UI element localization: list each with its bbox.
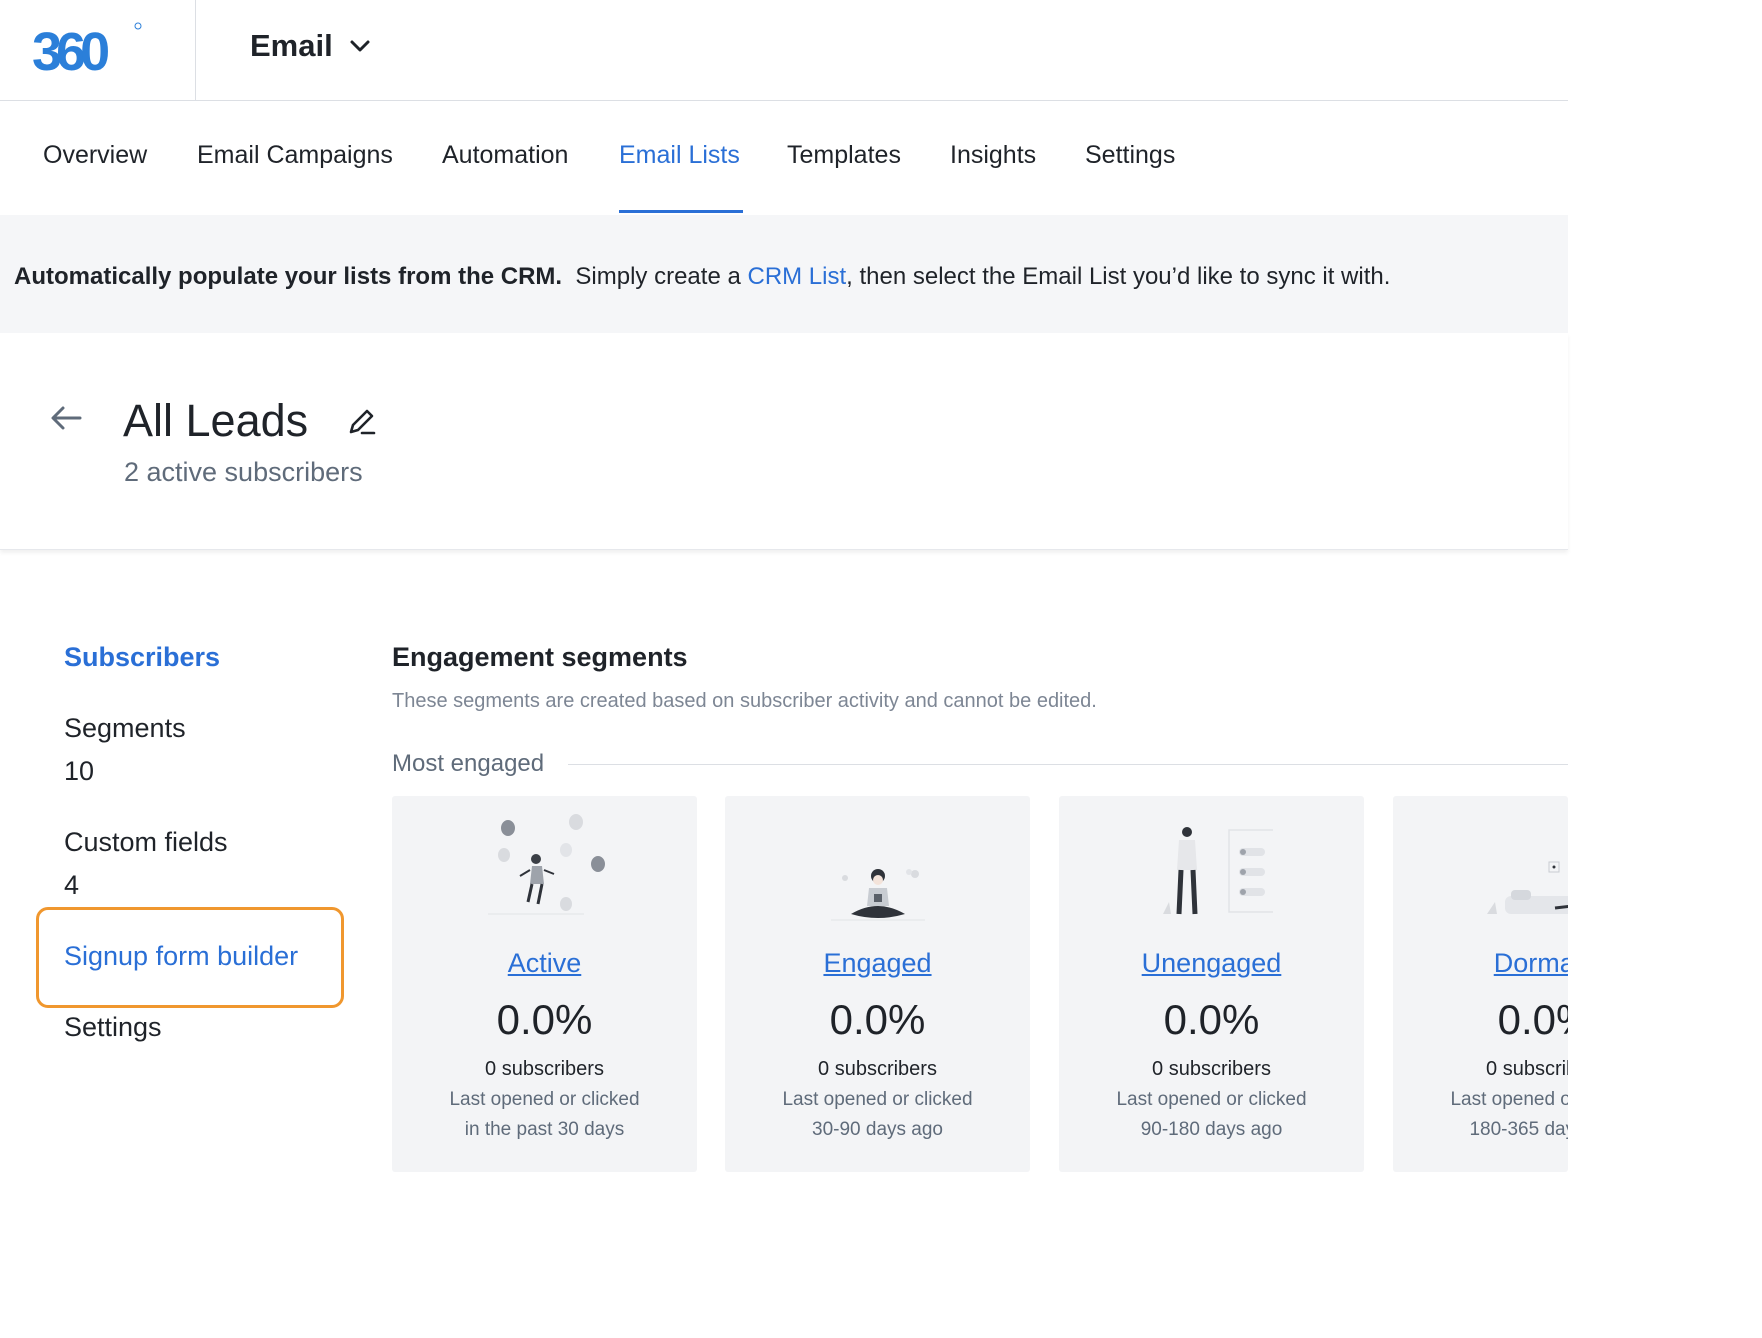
arrow-left-icon <box>51 406 82 430</box>
sidebar-item-settings[interactable]: Settings <box>64 1012 162 1043</box>
segment-description: Last opened or clicked <box>1116 1089 1307 1110</box>
tab-automation[interactable]: Automation <box>442 141 568 170</box>
main-nav: Overview Email Campaigns Automation Emai… <box>0 101 1568 215</box>
section-title: Engagement segments <box>392 642 688 672</box>
segment-name-active[interactable]: Active <box>392 948 697 979</box>
banner-text-after-link: , then select the Email List you’d like … <box>846 263 1391 290</box>
segment-subscribers: 0 subscribers <box>818 1058 937 1080</box>
segment-card-unengaged[interactable]: Unengaged 0.0% 0 subscribers Last opened… <box>1059 796 1364 1172</box>
tab-email-campaigns[interactable]: Email Campaigns <box>197 141 393 170</box>
list-sidebar: Subscribers Segments 10 Custom fields 4 … <box>0 550 380 1190</box>
tab-settings[interactable]: Settings <box>1085 141 1175 170</box>
segment-timeframe: 90-180 days ago <box>1140 1119 1283 1140</box>
tab-insights[interactable]: Insights <box>950 141 1036 170</box>
segment-percentage: 0.0% <box>1163 996 1260 1043</box>
group-label: Most engaged <box>392 750 545 777</box>
segment-description: Last opened or clicked <box>782 1089 973 1110</box>
segment-card-dormant[interactable]: Dormant 0.0% 0 subscribers Last opened o… <box>1393 796 1568 1172</box>
tab-overview[interactable]: Overview <box>43 141 147 170</box>
divider <box>568 764 1568 765</box>
app-switcher[interactable]: Email <box>250 26 371 66</box>
sidebar-item-segments[interactable]: Segments <box>64 713 186 744</box>
sidebar-item-custom-fields[interactable]: Custom fields <box>64 827 228 858</box>
segment-name-unengaged[interactable]: Unengaged <box>1059 948 1364 979</box>
logo[interactable]: 360 <box>0 0 196 100</box>
pencil-icon <box>349 409 376 435</box>
sofa-rest-illustration <box>1487 861 1568 914</box>
chevron-down-icon <box>350 40 370 52</box>
app-switcher-label: Email <box>250 28 333 63</box>
segment-timeframe: 180-365 days ago <box>1469 1119 1568 1140</box>
page-title: All Leads <box>123 395 309 446</box>
banner-text-before-link: Simply create a <box>575 263 748 290</box>
segment-name-dormant[interactable]: Dormant <box>1393 948 1568 979</box>
segment-percentage: 0.0% <box>496 996 593 1043</box>
balloons-jump-illustration <box>488 814 605 915</box>
meditate-phone-illustration <box>831 869 925 921</box>
segment-name-engaged[interactable]: Engaged <box>725 948 1030 979</box>
segments-count: 10 <box>64 756 95 786</box>
custom-fields-count: 4 <box>64 870 80 900</box>
tab-templates[interactable]: Templates <box>787 141 901 170</box>
segment-description: Last opened or clicked <box>449 1089 640 1110</box>
banner-text: Automatically populate your lists from t… <box>14 263 1390 291</box>
logo-360-icon: 360 <box>32 22 142 76</box>
segment-percentage: 0.0% <box>829 996 926 1043</box>
segment-subscribers: 0 subscribers <box>485 1058 604 1080</box>
segment-card-engaged[interactable]: Engaged 0.0% 0 subscribers Last opened o… <box>725 796 1030 1172</box>
segments-section: Engagement segments These segments are c… <box>392 550 1568 1190</box>
subscriber-count: 2 active subscribers <box>124 457 363 487</box>
back-button[interactable] <box>48 403 84 438</box>
active-tab-indicator <box>619 210 743 213</box>
segment-percentage: 0.0% <box>1497 996 1568 1043</box>
list-header: All Leads 2 active subscribers <box>0 333 1568 550</box>
section-description: These segments are created based on subs… <box>392 690 1097 712</box>
segment-timeframe: in the past 30 days <box>464 1119 625 1140</box>
segment-card-active[interactable]: Active 0.0% 0 subscribers Last opened or… <box>392 796 697 1172</box>
segment-subscribers: 0 subscribers <box>1486 1058 1568 1080</box>
top-bar: 360 Email <box>0 0 1568 101</box>
segment-subscribers: 0 subscribers <box>1152 1058 1271 1080</box>
crm-list-link[interactable]: CRM List <box>747 263 846 290</box>
standing-toggles-illustration <box>1163 827 1273 915</box>
banner-bold-text: Automatically populate your lists from t… <box>14 263 563 290</box>
tab-email-lists[interactable]: Email Lists <box>619 141 740 170</box>
edit-title-button[interactable] <box>345 405 379 444</box>
sidebar-item-subscribers[interactable]: Subscribers <box>64 642 220 673</box>
svg-text:360: 360 <box>32 22 108 76</box>
segment-description: Last opened or clicked <box>1450 1089 1568 1110</box>
crm-sync-banner: Automatically populate your lists from t… <box>0 215 1568 333</box>
segment-timeframe: 30-90 days ago <box>812 1119 943 1140</box>
sidebar-item-signup-form-builder[interactable]: Signup form builder <box>64 941 298 972</box>
